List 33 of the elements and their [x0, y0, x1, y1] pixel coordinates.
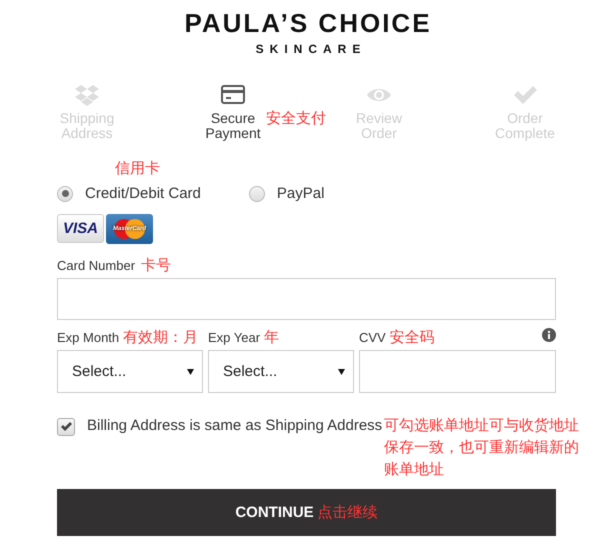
annotation-text: 安全码 — [390, 328, 435, 347]
radio-button[interactable] — [57, 186, 73, 202]
annotation-text: 安全支付 — [266, 111, 326, 126]
annotation-text: 年 — [264, 328, 280, 347]
checkbox-label[interactable]: Billing Address is same as Shipping Address — [87, 417, 382, 434]
radio-label[interactable]: PayPal — [276, 185, 324, 202]
step-label[interactable]: Secure Payment — [201, 111, 265, 141]
field-label: Exp Year — [208, 330, 260, 345]
caret-icon — [187, 368, 194, 374]
annotation-text: 有效期：月 — [123, 328, 198, 347]
annotation-text: 可勾选账单地址可与收货地址保存一致，也可重新编辑新的账单地址 — [384, 416, 580, 480]
annotation-text: 信用卡 — [115, 159, 160, 178]
credit-card-icon — [221, 84, 245, 106]
caret-icon — [338, 368, 345, 374]
continue-button[interactable]: CONTINUE 点击继续 — [57, 489, 556, 536]
field-label: CVV — [359, 330, 386, 345]
checkmark-icon — [513, 84, 537, 106]
cvv-field[interactable] — [359, 350, 556, 393]
card-number-field[interactable] — [57, 278, 556, 320]
brand-subtitle: SKINCARE — [254, 42, 366, 56]
checkmark-icon — [60, 421, 72, 433]
field-label: Card Number — [57, 258, 136, 273]
brand-logo: PAULA’S CHOICE — [184, 10, 432, 36]
info-icon[interactable] — [542, 328, 556, 342]
dropdown[interactable]: Select... — [208, 350, 354, 393]
radio-label[interactable]: Credit/Debit Card — [85, 185, 201, 202]
dropdown[interactable]: Select... — [57, 350, 203, 393]
visa-logo: VISA — [57, 214, 104, 243]
radio-button[interactable] — [248, 186, 265, 202]
boxes-icon — [75, 84, 99, 106]
annotation-text: 卡号 — [141, 256, 172, 275]
checkbox[interactable] — [57, 418, 75, 436]
field-label: Exp Month — [57, 330, 120, 345]
